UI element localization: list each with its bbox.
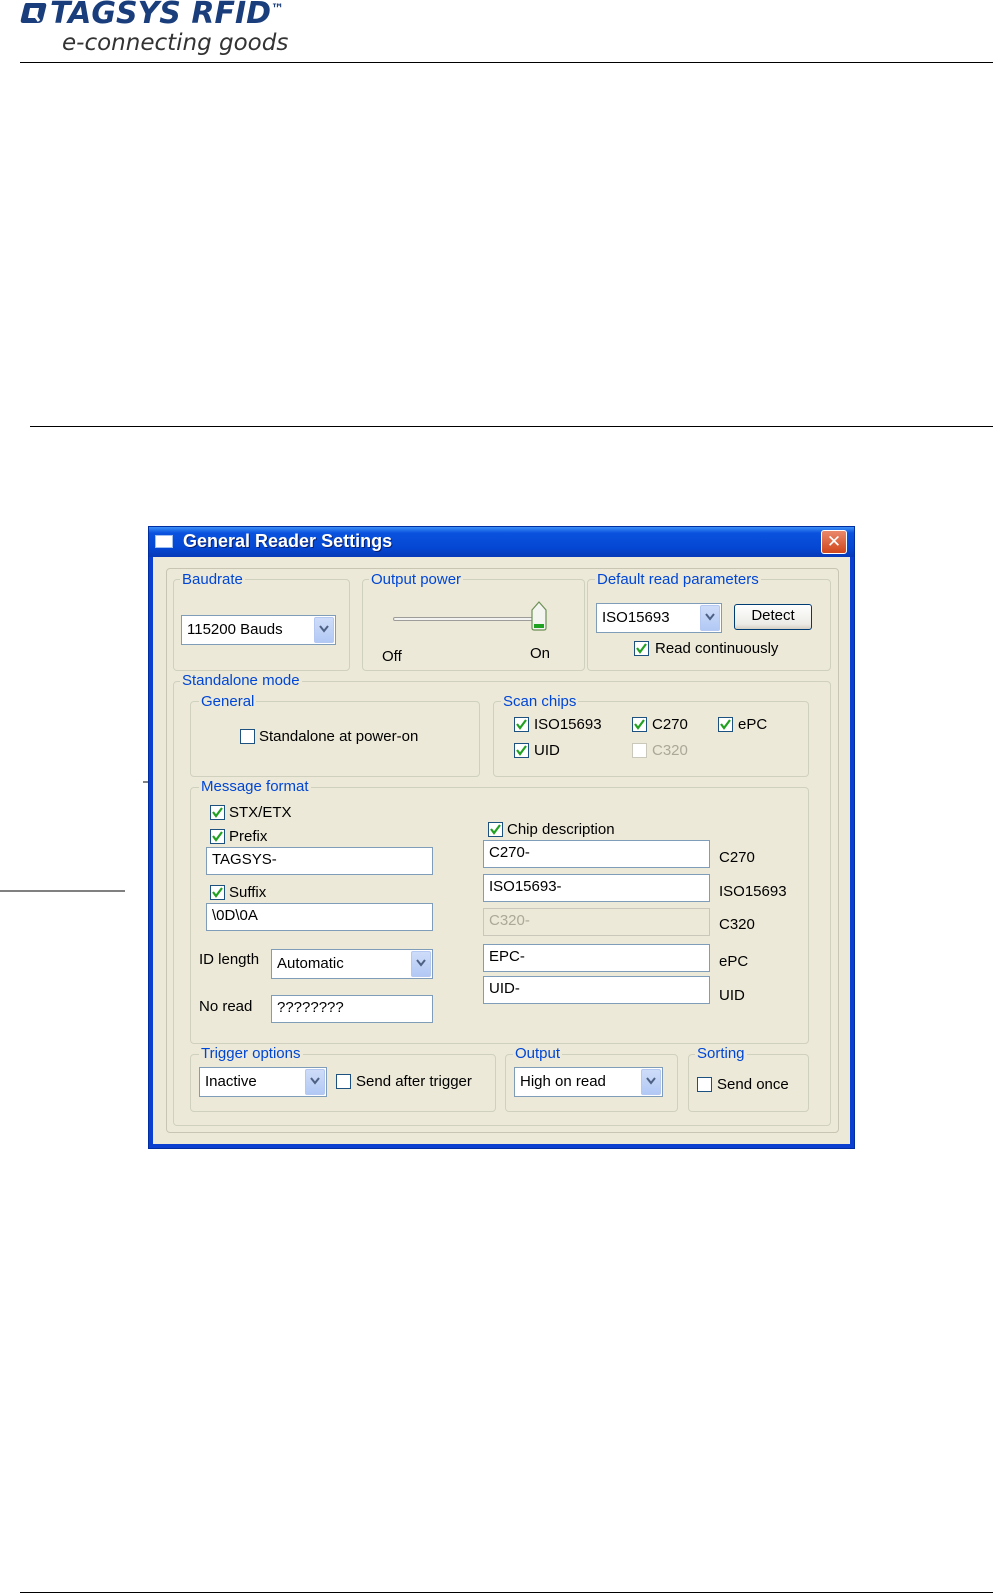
chip-epc-label: ePC bbox=[719, 953, 749, 970]
no-read-input[interactable]: ???????? bbox=[271, 995, 433, 1023]
dialog-title-bar[interactable]: General Reader Settings ✕ bbox=[149, 527, 854, 557]
no-read-label: No read bbox=[199, 998, 253, 1015]
chip-iso15693-label: ISO15693 bbox=[719, 883, 787, 900]
chip-uid-label: UID bbox=[719, 987, 745, 1004]
protocol-select-value: ISO15693 bbox=[602, 609, 670, 626]
standalone-power-on-checkbox[interactable] bbox=[240, 729, 255, 744]
message-format-group-label: Message format bbox=[199, 778, 311, 795]
output-power-max-label: On bbox=[530, 645, 551, 662]
scan-uid-checkbox[interactable] bbox=[514, 743, 529, 758]
close-icon: ✕ bbox=[826, 532, 842, 552]
scan-c270-label: C270 bbox=[652, 716, 688, 733]
scan-chips-group bbox=[493, 701, 809, 777]
output-power-group-label: Output power bbox=[369, 571, 464, 588]
suffix-input[interactable]: \0D\0A bbox=[206, 903, 433, 931]
trigger-select[interactable]: Inactive bbox=[199, 1067, 327, 1097]
chip-uid-input[interactable]: UID- bbox=[483, 976, 710, 1004]
send-once-label: Send once bbox=[717, 1076, 789, 1093]
stx-etx-checkbox[interactable] bbox=[210, 805, 225, 820]
sorting-group-label: Sorting bbox=[695, 1045, 747, 1062]
id-length-label: ID length bbox=[199, 951, 260, 968]
default-read-parameters-group-label: Default read parameters bbox=[595, 571, 761, 588]
chevron-down-icon[interactable] bbox=[700, 605, 720, 631]
output-select[interactable]: High on read bbox=[514, 1067, 663, 1097]
prefix-label: Prefix bbox=[229, 828, 268, 845]
chip-c270-label: C270 bbox=[719, 849, 755, 866]
id-length-select-value: Automatic bbox=[277, 955, 344, 972]
prefix-checkbox[interactable] bbox=[210, 829, 225, 844]
chip-description-checkbox[interactable] bbox=[488, 822, 503, 837]
standalone-mode-group-label: Standalone mode bbox=[180, 672, 302, 689]
trigger-select-value: Inactive bbox=[205, 1073, 257, 1090]
chip-epc-input[interactable]: EPC- bbox=[483, 944, 710, 972]
send-after-trigger-label: Send after trigger bbox=[356, 1073, 472, 1090]
scan-epc-checkbox[interactable] bbox=[718, 717, 733, 732]
close-button[interactable]: ✕ bbox=[821, 530, 847, 554]
general-group-label: General bbox=[199, 693, 257, 710]
scan-uid-label: UID bbox=[534, 742, 560, 759]
baudrate-group-label: Baudrate bbox=[180, 571, 245, 588]
output-power-min-label: Off bbox=[382, 648, 402, 665]
trigger-options-group-label: Trigger options bbox=[199, 1045, 303, 1062]
chevron-down-icon[interactable] bbox=[411, 951, 431, 977]
chevron-down-icon[interactable] bbox=[641, 1069, 661, 1095]
scan-c320-label: C320 bbox=[652, 742, 688, 759]
standalone-power-on-label: Standalone at power-on bbox=[259, 728, 419, 745]
window-icon bbox=[155, 535, 173, 548]
scan-iso15693-checkbox[interactable] bbox=[514, 717, 529, 732]
scan-epc-label: ePC bbox=[738, 716, 768, 733]
send-after-trigger-checkbox[interactable] bbox=[336, 1074, 351, 1089]
scan-c270-checkbox[interactable] bbox=[632, 717, 647, 732]
scan-chips-group-label: Scan chips bbox=[501, 693, 579, 710]
output-power-slider-track[interactable] bbox=[393, 617, 543, 621]
dialog-title: General Reader Settings bbox=[183, 531, 393, 551]
output-group-label: Output bbox=[513, 1045, 563, 1062]
dialog-client-area: Baudrate 115200 Bauds Output power Off O… bbox=[153, 557, 850, 1144]
protocol-select[interactable]: ISO15693 bbox=[596, 603, 722, 633]
chip-c320-input[interactable]: C320- bbox=[483, 908, 710, 936]
chip-iso15693-input[interactable]: ISO15693- bbox=[483, 874, 710, 902]
chip-c320-label: C320 bbox=[719, 916, 755, 933]
footer-rule bbox=[20, 1592, 993, 1593]
chevron-down-icon[interactable] bbox=[314, 617, 334, 643]
output-select-value: High on read bbox=[520, 1073, 606, 1090]
baudrate-select-value: 115200 Bauds bbox=[187, 621, 283, 638]
suffix-label: Suffix bbox=[229, 884, 267, 901]
prefix-input[interactable]: TAGSYS- bbox=[206, 847, 433, 875]
suffix-checkbox[interactable] bbox=[210, 885, 225, 900]
scan-c320-checkbox[interactable] bbox=[632, 743, 647, 758]
read-continuously-label: Read continuously bbox=[655, 640, 779, 657]
baudrate-select[interactable]: 115200 Bauds bbox=[181, 615, 336, 645]
detect-button[interactable]: Detect bbox=[734, 604, 812, 630]
send-once-checkbox[interactable] bbox=[697, 1077, 712, 1092]
scan-iso15693-label: ISO15693 bbox=[534, 716, 602, 733]
chip-c270-input[interactable]: C270- bbox=[483, 840, 710, 868]
chip-description-label: Chip description bbox=[507, 821, 615, 838]
read-continuously-checkbox[interactable] bbox=[634, 641, 649, 656]
chevron-down-icon[interactable] bbox=[305, 1069, 325, 1095]
output-power-slider-thumb[interactable] bbox=[530, 601, 548, 631]
general-reader-settings-dialog: General Reader Settings ✕ Baudrate 11520… bbox=[148, 526, 855, 1149]
id-length-select[interactable]: Automatic bbox=[271, 949, 433, 979]
stx-etx-label: STX/ETX bbox=[229, 804, 292, 821]
